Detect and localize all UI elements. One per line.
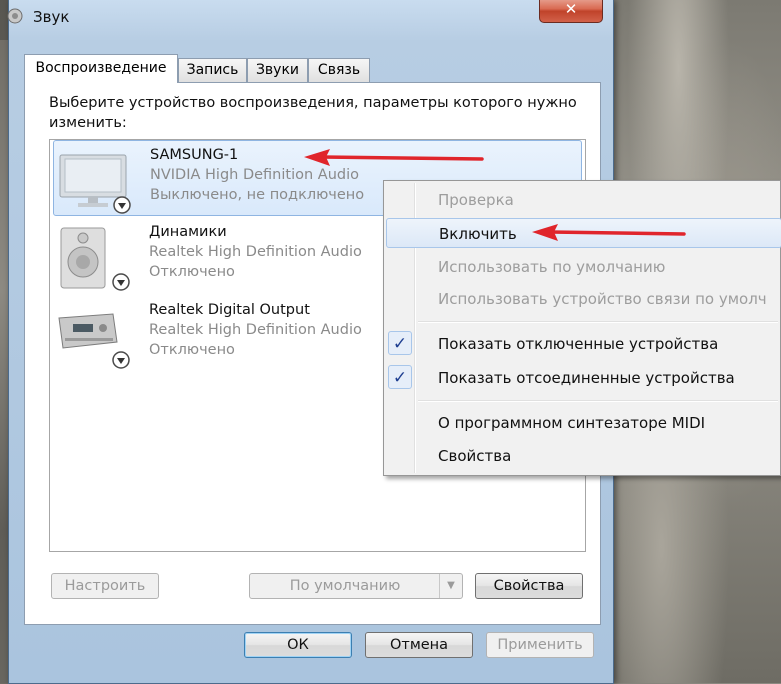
annotation-arrow-enable [532,224,686,241]
properties-button[interactable]: Свойства [475,573,583,599]
tab-communications[interactable]: Связь [308,58,370,82]
device-status: Отключено [149,264,235,280]
speaker-icon [60,227,130,291]
set-default-button[interactable]: По умолчанию ▼ [249,573,463,599]
tab-playback[interactable]: Воспроизведение [24,54,178,83]
menu-item-test[interactable]: Проверка [386,185,781,215]
close-button[interactable]: ✕ [539,0,603,23]
device-driver: Realtek High Definition Audio [149,322,362,338]
tab-sounds[interactable]: Звуки [247,58,308,82]
device-name: Динамики [149,224,227,240]
menu-item-label: Показать отсоединенные устройства [438,369,735,387]
menu-item-label: Включить [439,225,517,243]
device-name: Realtek Digital Output [149,302,310,318]
menu-item-show-disconnected[interactable]: ✓ Показать отсоединенные устройства [386,363,781,393]
menu-item-label: Использовать устройство связи по умолч [438,290,767,308]
set-default-label: По умолчанию [289,578,401,594]
instruction-text: Выберите устройство воспроизведения, пар… [49,95,577,131]
device-status: Отключено [149,342,235,358]
checkmark-icon: ✓ [388,365,412,389]
chevron-down-icon[interactable]: ▼ [439,574,462,598]
menu-item-label: Показать отключенные устройства [438,335,719,353]
menu-item-label: Свойства [438,447,512,465]
device-name: SAMSUNG-1 [150,147,239,163]
checkmark-icon: ✓ [388,331,412,355]
speaker-gear-icon [7,8,23,24]
annotation-arrow-device [304,149,484,166]
device-status: Выключено, не подключено [150,187,365,203]
menu-item-show-disabled[interactable]: ✓ Показать отключенные устройства [386,329,781,359]
tab-recording[interactable]: Запись [178,58,247,82]
menu-item-properties[interactable]: Свойства [386,441,781,471]
menu-separator [418,321,778,323]
ok-button[interactable]: ОК [244,632,352,658]
menu-item-set-default-comm[interactable]: Использовать устройство связи по умолч [386,284,781,314]
menu-item-label: Проверка [438,191,514,209]
menu-item-label: О программном синтезаторе MIDI [438,414,706,432]
receiver-icon [58,313,130,369]
configure-button[interactable]: Настроить [51,573,159,599]
device-driver: Realtek High Definition Audio [149,244,362,260]
menu-item-set-default[interactable]: Использовать по умолчанию [386,252,781,282]
menu-item-label: Использовать по умолчанию [438,258,666,276]
title-bar[interactable]: Звук ✕ [7,0,613,36]
cancel-button[interactable]: Отмена [365,632,473,658]
menu-separator [418,400,778,402]
monitor-icon [59,154,131,214]
menu-item-midi[interactable]: О программном синтезаторе MIDI [386,408,781,438]
window-title: Звук [33,8,70,26]
apply-button[interactable]: Применить [486,632,594,658]
